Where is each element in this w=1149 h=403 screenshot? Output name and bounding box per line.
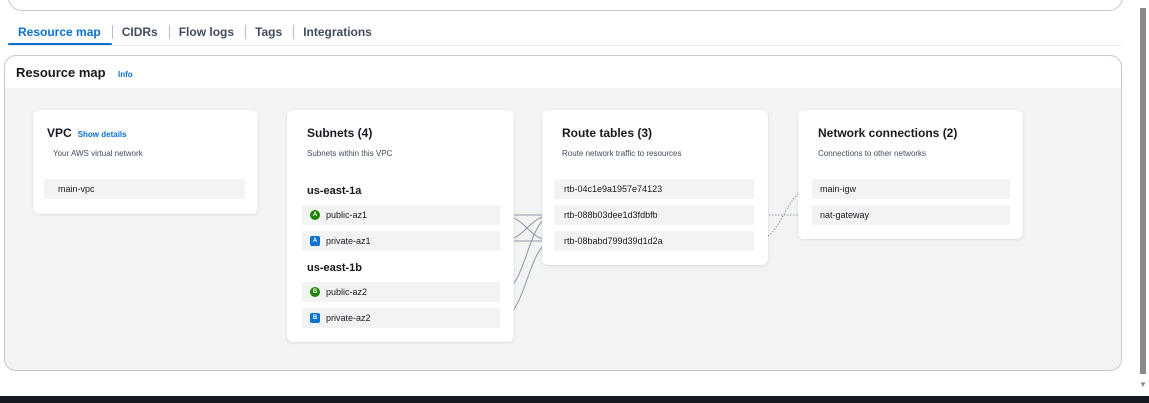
route-table-label: rtb-08babd799d39d1d2a (564, 236, 663, 246)
vpc-item-main-vpc[interactable]: main-vpc (44, 179, 245, 199)
public-subnet-icon: B (310, 287, 320, 297)
tab-integrations[interactable]: Integrations (293, 22, 383, 43)
route-tables-title: Route tables (3) (562, 126, 653, 140)
vpc-item-label: main-vpc (58, 184, 95, 194)
network-connection-item[interactable]: nat-gateway (812, 205, 1010, 225)
resource-map-panel: Resource map Info VPC Show details Your A (4, 55, 1122, 371)
tab-cidrs[interactable]: CIDRs (111, 22, 169, 43)
vpc-title: VPC Show details (47, 126, 127, 140)
subnets-title: Subnets (4) (307, 126, 373, 140)
vpc-title-text: VPC (47, 126, 72, 140)
subnet-public-az2[interactable]: Bpublic-az2 (302, 282, 500, 302)
route-tables-subtitle: Route network traffic to resources (562, 149, 682, 158)
region-us-east-1b: us-east-1b (307, 262, 363, 274)
network-connections-subtitle: Connections to other networks (818, 149, 927, 158)
subnet-label: private-az2 (326, 313, 371, 323)
tabs-divider (8, 45, 1121, 46)
tab-tags[interactable]: Tags (245, 22, 293, 43)
route-table-item[interactable]: rtb-04c1e9a1957e74123 (554, 179, 754, 199)
route-tables-card: Route tables (3) Route network traffic t… (542, 110, 768, 265)
tab-flow-logs[interactable]: Flow logs (168, 22, 245, 43)
subnets-card: Subnets (4) Subnets within this VPC us-e… (287, 110, 514, 342)
subnet-private-az2[interactable]: Bprivate-az2 (302, 308, 500, 328)
network-connection-label: main-igw (820, 184, 857, 194)
subnet-label: public-az1 (326, 210, 368, 220)
scrollbar-thumb[interactable] (1140, 8, 1146, 374)
vpc-subtitle: Your AWS virtual network (53, 149, 143, 158)
route-table-item[interactable]: rtb-088b03dee1d3fdbfb (554, 205, 754, 225)
top-card-edge (8, 0, 1123, 11)
private-subnet-icon: B (310, 313, 320, 323)
tab-resource-map[interactable]: Resource map (8, 22, 112, 46)
tab-bar: Resource map CIDRs Flow logs Tags Integr… (8, 22, 383, 46)
panel-header: Resource map Info (5, 56, 1121, 88)
route-table-item[interactable]: rtb-08babd799d39d1d2a (554, 231, 754, 251)
private-subnet-icon: A (310, 236, 320, 246)
panel-title: Resource map (16, 65, 106, 80)
bottom-bar (0, 396, 1149, 403)
vpc-card: VPC Show details Your AWS virtual network… (33, 110, 258, 214)
network-connections-title: Network connections (2) (818, 126, 958, 140)
resource-map-canvas: VPC Show details Your AWS virtual network… (5, 88, 1121, 370)
public-subnet-icon: A (310, 210, 320, 220)
subnet-public-az1[interactable]: Apublic-az1 (302, 205, 500, 225)
subnet-private-az1[interactable]: Aprivate-az1 (302, 231, 500, 251)
scroll-down-arrow-icon[interactable]: ▼ (1138, 380, 1148, 390)
region-us-east-1a: us-east-1a (307, 185, 362, 197)
subnet-label: private-az1 (326, 236, 371, 246)
subnet-label: public-az2 (326, 287, 368, 297)
info-link[interactable]: Info (118, 70, 133, 79)
subnets-subtitle: Subnets within this VPC (307, 149, 393, 158)
network-connection-label: nat-gateway (820, 210, 870, 220)
route-table-label: rtb-04c1e9a1957e74123 (564, 184, 663, 194)
route-table-label: rtb-088b03dee1d3fdbfb (564, 210, 658, 220)
network-connection-item[interactable]: main-igw (812, 179, 1010, 199)
show-details-link[interactable]: Show details (78, 130, 127, 139)
network-connections-card: Network connections (2) Connections to o… (798, 110, 1023, 239)
